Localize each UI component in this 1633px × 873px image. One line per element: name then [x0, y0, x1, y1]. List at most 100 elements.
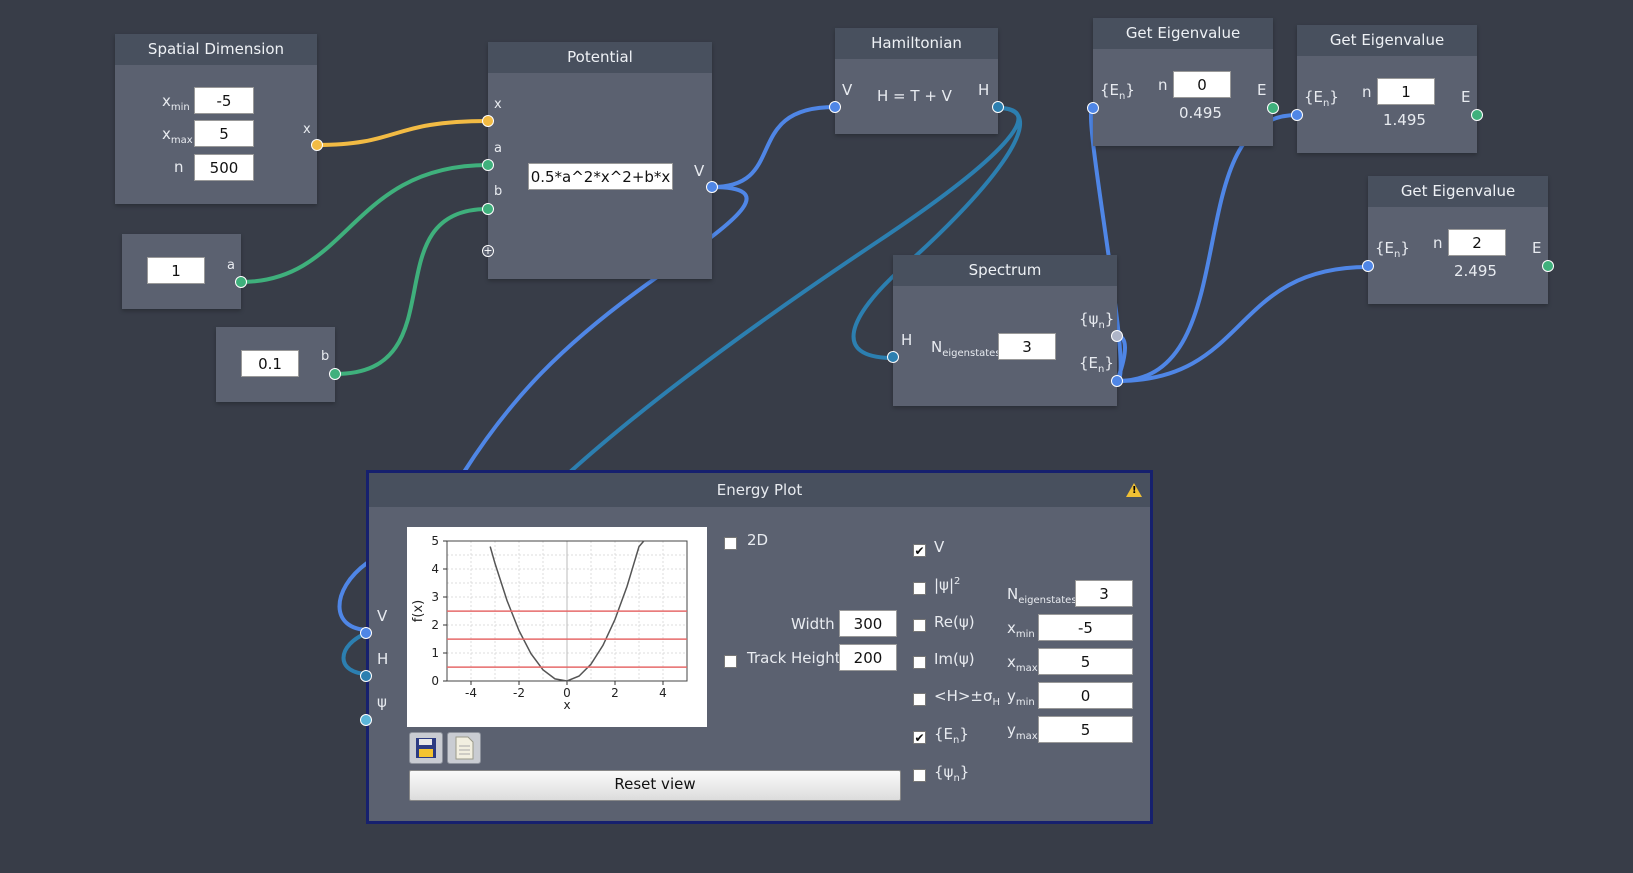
node-title[interactable]: Spectrum	[893, 255, 1117, 286]
plot-xmax-label: xmax	[1007, 653, 1038, 674]
output-e-port[interactable]	[1471, 109, 1483, 121]
input-a-port[interactable]	[482, 159, 494, 171]
output-a-label: a	[227, 258, 235, 273]
checkbox-psi-squared[interactable]	[913, 582, 926, 595]
n-input[interactable]	[1377, 78, 1435, 105]
a-value-input[interactable]	[147, 257, 205, 284]
y-tick-label: 1	[431, 646, 439, 660]
input-a-label: a	[494, 141, 502, 156]
get-eigenvalue-node-1[interactable]: Get Eigenvalue {En} n 1.495 E	[1291, 25, 1483, 153]
b-value-input[interactable]	[241, 350, 299, 377]
neigenstates-input[interactable]	[998, 333, 1056, 360]
warning-icon[interactable]: !	[1126, 483, 1142, 497]
wire-x-to-potential	[316, 119, 489, 147]
node-title[interactable]: Get Eigenvalue	[1297, 25, 1477, 56]
potential-expression-input[interactable]	[528, 163, 673, 190]
node-title[interactable]: Get Eigenvalue	[1368, 176, 1548, 207]
spectrum-node[interactable]: Spectrum H Neigenstates {ψn} {En}	[887, 255, 1123, 406]
input-b-port[interactable]	[482, 203, 494, 215]
eigenvalue-result: 0.495	[1179, 104, 1222, 122]
n-label: n	[174, 158, 184, 176]
n-label: n	[1362, 83, 1372, 101]
output-x-label: x	[303, 122, 311, 137]
node-title[interactable]: Get Eigenvalue	[1093, 18, 1273, 49]
checkbox-h-sigma[interactable]	[913, 693, 926, 706]
document-icon[interactable]	[447, 732, 481, 764]
output-a-port[interactable]	[235, 276, 247, 288]
node-title[interactable]: Potential	[488, 42, 712, 73]
input-psi-port[interactable]	[360, 714, 372, 726]
checkbox-en-label: {En}	[934, 725, 969, 746]
page-icon	[455, 736, 474, 760]
hamiltonian-formula: H = T + V	[877, 87, 952, 105]
n-input[interactable]	[194, 154, 254, 181]
checkbox-2d-label: 2D	[747, 531, 769, 549]
input-v-port[interactable]	[360, 627, 372, 639]
xmax-input[interactable]	[194, 120, 254, 147]
xmin-input[interactable]	[194, 87, 254, 114]
node-title[interactable]: Spatial Dimension	[115, 34, 317, 65]
node-title[interactable]: Energy Plot	[369, 473, 1150, 507]
output-b-port[interactable]	[329, 368, 341, 380]
hamiltonian-node[interactable]: Hamiltonian V H = T + V H	[829, 28, 1004, 134]
plot-xmin-input[interactable]	[1038, 614, 1133, 641]
output-e-label: E	[1461, 88, 1471, 106]
checkbox-psin[interactable]	[913, 769, 926, 782]
input-en-port[interactable]	[1087, 102, 1099, 114]
output-e-port[interactable]	[1542, 260, 1554, 272]
input-h-label: H	[377, 650, 389, 668]
output-h-port[interactable]	[992, 101, 1004, 113]
input-h-port[interactable]	[887, 351, 899, 363]
output-x-port[interactable]	[311, 139, 323, 151]
node-title[interactable]: Hamiltonian	[835, 28, 998, 59]
output-psi-label: {ψn}	[1079, 310, 1115, 331]
output-v-port[interactable]	[706, 181, 718, 193]
checkbox-track-height[interactable]	[724, 655, 737, 668]
output-v-label: V	[694, 162, 705, 180]
output-e-port[interactable]	[1267, 102, 1279, 114]
plot-xmin-label: xmin	[1007, 619, 1035, 640]
wire-plot-v-loop	[337, 561, 370, 632]
track-height-input[interactable]	[839, 644, 897, 671]
input-b-label: b	[494, 184, 503, 199]
wire-en-to-eig1	[1116, 113, 1298, 383]
output-en-port[interactable]	[1111, 375, 1123, 387]
plot-neigenstates-label: Neigenstates	[1007, 585, 1077, 606]
energy-chart: -4 -2 0 2 4012345xf(x)	[411, 534, 688, 712]
width-input[interactable]	[839, 610, 897, 637]
add-input-icon[interactable]: +	[482, 245, 494, 257]
n-input[interactable]	[1173, 71, 1231, 98]
n-label: n	[1158, 76, 1168, 94]
input-en-port[interactable]	[1362, 260, 1374, 272]
reset-view-button[interactable]: Reset view	[409, 770, 901, 801]
constant-a-node[interactable]: a	[122, 234, 247, 309]
plot-ymax-input[interactable]	[1038, 716, 1133, 743]
input-en-port[interactable]	[1291, 109, 1303, 121]
checkbox-2d[interactable]	[724, 537, 737, 550]
output-psi-port[interactable]	[1111, 330, 1123, 342]
checkbox-v[interactable]: ✔	[913, 544, 926, 557]
checkbox-en[interactable]: ✔	[913, 731, 926, 744]
save-icon[interactable]	[409, 732, 443, 764]
get-eigenvalue-node-0[interactable]: Get Eigenvalue {En} n 0.495 E	[1087, 18, 1279, 146]
plot-ymin-label: ymin	[1007, 687, 1035, 708]
plot-ymin-input[interactable]	[1038, 682, 1133, 709]
input-h-label: H	[901, 331, 913, 349]
potential-node[interactable]: Potential x a b + V	[482, 42, 718, 279]
n-input[interactable]	[1448, 229, 1506, 256]
energy-plot-node[interactable]: Energy Plot ! V H ψ -4 -2 0 2 4 0 1 2 3 4 5 x f(x) R…	[360, 470, 1153, 824]
wire-b-to-potential	[334, 207, 489, 376]
plot-neigenstates-input[interactable]	[1075, 580, 1133, 607]
output-h-label: H	[978, 81, 990, 99]
get-eigenvalue-node-2[interactable]: Get Eigenvalue {En} n 2.495 E	[1362, 176, 1554, 304]
plot-xmax-input[interactable]	[1038, 648, 1133, 675]
checkbox-im-psi[interactable]	[913, 656, 926, 669]
checkbox-re-psi[interactable]	[913, 619, 926, 632]
input-h-port[interactable]	[360, 670, 372, 682]
input-x-port[interactable]	[482, 115, 494, 127]
plot-canvas[interactable]: -4 -2 0 2 4 0 1 2 3 4 5 x f(x)	[407, 527, 707, 727]
constant-b-node[interactable]: b	[216, 327, 341, 402]
spatial-dimension-node[interactable]: Spatial Dimension xmin xmax n x	[115, 34, 323, 204]
checkbox-psi-squared-label: |ψ|2	[934, 576, 961, 594]
input-v-port[interactable]	[829, 101, 841, 113]
